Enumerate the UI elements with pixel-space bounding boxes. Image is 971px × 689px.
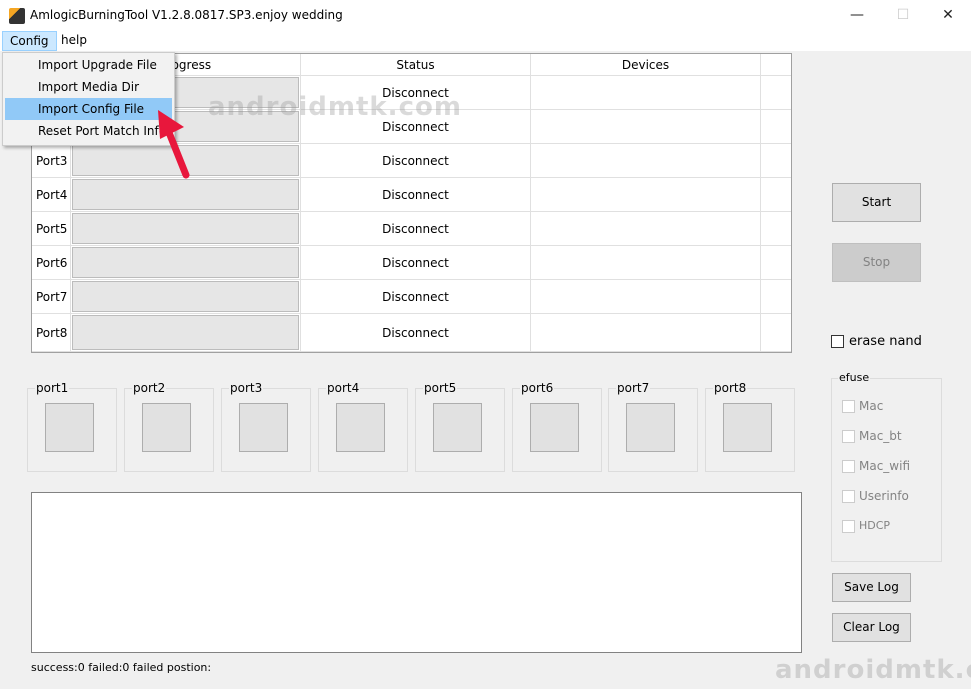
close-button[interactable]: ✕	[925, 0, 971, 30]
menu-item-import-media-dir[interactable]: Import Media Dir	[5, 76, 172, 98]
efuse-title: efuse	[838, 371, 871, 384]
port-group-1: port1	[27, 381, 117, 472]
efuse-checkbox-mac_wifi[interactable]	[842, 460, 855, 473]
status-cell: Disconnect	[301, 178, 531, 211]
port-label: Port6	[32, 246, 71, 279]
port-group-label: port7	[616, 381, 651, 395]
menu-item-reset-port-match-info[interactable]: Reset Port Match Info	[5, 120, 172, 142]
minimize-button[interactable]: —	[834, 0, 880, 30]
devices-cell	[531, 76, 761, 109]
port-indicator	[336, 403, 385, 452]
port-indicator	[626, 403, 675, 452]
progress-bar	[72, 213, 299, 244]
devices-cell	[531, 178, 761, 211]
efuse-label: Userinfo	[859, 489, 909, 503]
progress-bar	[72, 247, 299, 278]
erase-nand-label: erase nand	[849, 334, 922, 349]
port-indicator	[45, 403, 94, 452]
save-log-button[interactable]: Save Log	[832, 573, 911, 602]
start-button[interactable]: Start	[832, 183, 921, 222]
progress-cell	[71, 246, 301, 279]
port-group-5: port5	[415, 381, 505, 472]
table-row[interactable]: Port6 Disconnect	[32, 246, 791, 280]
progress-cell	[71, 212, 301, 245]
progress-cell	[71, 178, 301, 211]
header-filler	[761, 54, 791, 76]
menu-item-import-config-file[interactable]: Import Config File	[5, 98, 172, 120]
port-group-label: port4	[326, 381, 361, 395]
status-cell: Disconnect	[301, 144, 531, 177]
progress-bar	[72, 315, 299, 350]
stop-button[interactable]: Stop	[832, 243, 921, 282]
table-row[interactable]: Port4 Disconnect	[32, 178, 791, 212]
devices-cell	[531, 246, 761, 279]
log-textarea[interactable]	[31, 492, 802, 653]
efuse-label: Mac_bt	[859, 429, 902, 443]
efuse-label: Mac	[859, 399, 884, 413]
status-cell: Disconnect	[301, 314, 531, 351]
progress-bar	[72, 281, 299, 312]
maximize-button[interactable]: ☐	[880, 0, 926, 30]
port-group-8: port8	[705, 381, 795, 472]
port-group-label: port2	[132, 381, 167, 395]
progress-bar	[72, 179, 299, 210]
app-icon	[9, 8, 25, 24]
watermark: androidmtk.com	[208, 92, 462, 122]
devices-cell	[531, 212, 761, 245]
devices-cell	[531, 144, 761, 177]
table-row[interactable]: Port5 Disconnect	[32, 212, 791, 246]
efuse-label: HDCP	[859, 519, 891, 532]
devices-cell	[531, 314, 761, 351]
window-title: AmlogicBurningTool V1.2.8.0817.SP3.enjoy…	[30, 8, 343, 22]
menu-help[interactable]: help	[54, 31, 94, 51]
menu-bar	[0, 30, 971, 51]
watermark-corner: androidmtk.com	[775, 655, 971, 685]
port-group-label: port1	[35, 381, 70, 395]
table-row[interactable]: Port8 Disconnect	[32, 314, 791, 352]
efuse-checkbox-mac[interactable]	[842, 400, 855, 413]
port-group-label: port8	[713, 381, 748, 395]
menu-item-import-upgrade-file[interactable]: Import Upgrade File	[5, 54, 172, 76]
progress-cell	[71, 280, 301, 313]
port-group-6: port6	[512, 381, 602, 472]
progress-cell	[71, 314, 301, 351]
port-label: Port7	[32, 280, 71, 313]
header-status: Status	[301, 54, 531, 76]
port-group-3: port3	[221, 381, 311, 472]
port-group-7: port7	[608, 381, 698, 472]
port-label: Port5	[32, 212, 71, 245]
table-row[interactable]: Port7 Disconnect	[32, 280, 791, 314]
erase-nand-checkbox[interactable]	[831, 335, 844, 348]
port-label: Port4	[32, 178, 71, 211]
port-indicator	[433, 403, 482, 452]
port-group-label: port5	[423, 381, 458, 395]
port-indicator	[239, 403, 288, 452]
devices-cell	[531, 110, 761, 143]
efuse-checkbox-mac_bt[interactable]	[842, 430, 855, 443]
port-group-2: port2	[124, 381, 214, 472]
port-group-label: port6	[520, 381, 555, 395]
port-label: Port3	[32, 144, 71, 177]
status-cell: Disconnect	[301, 212, 531, 245]
header-devices: Devices	[531, 54, 761, 76]
port-indicator	[723, 403, 772, 452]
port-indicator	[142, 403, 191, 452]
menu-config[interactable]: Config	[2, 31, 57, 51]
red-arrow-annotation	[158, 110, 190, 179]
efuse-group: efuse Mac Mac_bt Mac_wifi Userinfo HDCP	[831, 371, 942, 562]
efuse-checkbox-userinfo[interactable]	[842, 490, 855, 503]
efuse-checkbox-hdcp[interactable]	[842, 520, 855, 533]
status-cell: Disconnect	[301, 280, 531, 313]
status-cell: Disconnect	[301, 246, 531, 279]
status-line: success:0 failed:0 failed postion:	[31, 661, 212, 674]
efuse-label: Mac_wifi	[859, 459, 911, 473]
port-group-label: port3	[229, 381, 264, 395]
title-bar: AmlogicBurningTool V1.2.8.0817.SP3.enjoy…	[0, 0, 971, 30]
clear-log-button[interactable]: Clear Log	[832, 613, 911, 642]
port-indicator	[530, 403, 579, 452]
devices-cell	[531, 280, 761, 313]
port-group-4: port4	[318, 381, 408, 472]
port-label: Port8	[32, 314, 71, 351]
table-row[interactable]: Port3 Disconnect	[32, 144, 791, 178]
